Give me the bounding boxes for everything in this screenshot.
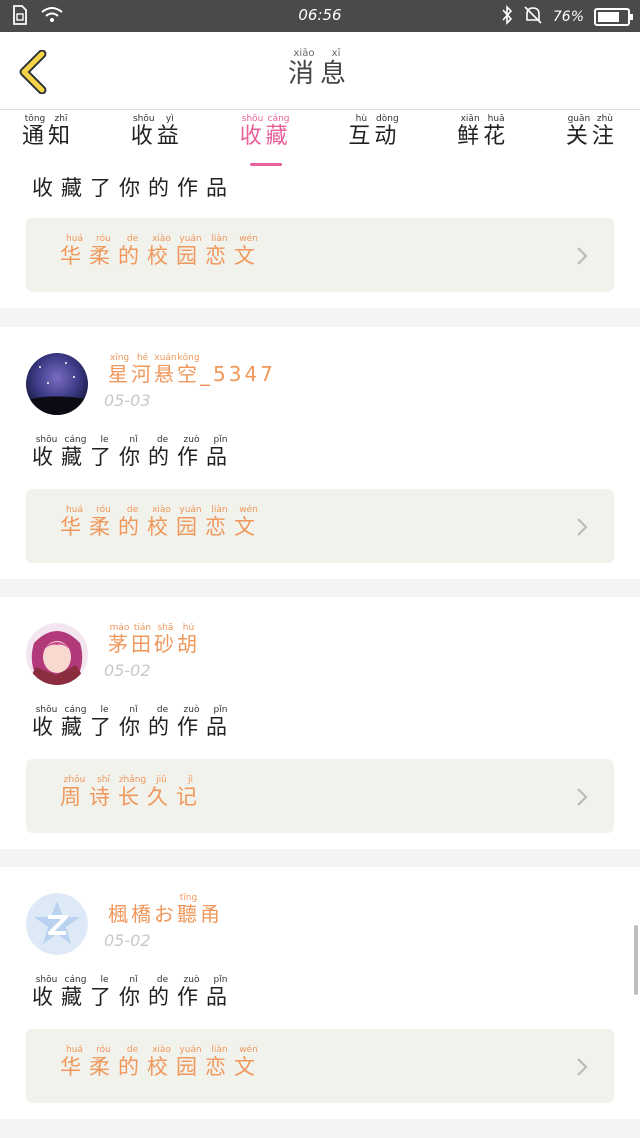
user-name[interactable]: 茅máo田tián砂shā胡hú xyxy=(108,623,200,657)
action-text: 收shōu藏cáng了le你nǐ的de作zuò品pǐn xyxy=(32,705,235,739)
tab-bar: 通tōng知zhī 收shōu益yì 收shōu藏cáng 互hù动dòng 鲜… xyxy=(0,110,640,170)
work-title: 华huá柔róu的de校xiào园yuán恋liàn文wén xyxy=(60,505,263,539)
favorite-notification-card: 收藏了你的作品 华huá柔róu的de校xiào园yuán恋liàn文wén xyxy=(0,170,640,308)
tab-flowers[interactable]: 鲜xiān花huā xyxy=(457,110,509,170)
work-link[interactable]: 华huá柔róu的de校xiào园yuán恋liàn文wén xyxy=(26,489,614,563)
user-name[interactable]: 星xīng河hé悬xuán空kōng_5347 xyxy=(108,353,276,387)
date: 05-03 xyxy=(104,391,151,410)
favorite-notification-card: 茅máo田tián砂shā胡hú 05-02 收shōu藏cáng了le你nǐ的… xyxy=(0,597,640,849)
date: 05-02 xyxy=(104,661,151,680)
tab-interactions[interactable]: 互hù动dòng xyxy=(348,110,400,170)
chevron-right-icon xyxy=(577,1058,588,1076)
work-link[interactable]: 周zhōu诗shī长zhǎng久jiǔ记jì xyxy=(26,759,614,833)
avatar[interactable] xyxy=(26,623,88,685)
header: 消xiāo息xī xyxy=(0,32,640,110)
chevron-right-icon xyxy=(577,518,588,536)
action-text: 收藏了你的作品 xyxy=(32,176,235,200)
battery-icon xyxy=(594,8,633,26)
work-link[interactable]: 华huá柔róu的de校xiào园yuán恋liàn文wén xyxy=(26,1029,614,1103)
work-title: 华huá柔róu的de校xiào园yuán恋liàn文wén xyxy=(60,234,263,268)
action-text: 收shōu藏cáng了le你nǐ的de作zuò品pǐn xyxy=(32,975,235,1009)
bluetooth-icon xyxy=(501,5,513,29)
tab-earnings[interactable]: 收shōu益yì xyxy=(131,110,183,170)
favorite-notification-card: 星xīng河hé悬xuán空kōng_5347 05-03 收shōu藏cáng… xyxy=(0,327,640,579)
avatar[interactable] xyxy=(26,353,88,415)
tab-notifications[interactable]: 通tōng知zhī xyxy=(22,110,74,170)
work-link[interactable]: 华huá柔róu的de校xiào园yuán恋liàn文wén xyxy=(26,218,614,292)
chevron-right-icon xyxy=(577,247,588,265)
work-title: 华huá柔róu的de校xiào园yuán恋liàn文wén xyxy=(60,1045,263,1079)
date: 05-02 xyxy=(104,931,151,950)
battery-percent: 76% xyxy=(552,9,584,25)
bell-muted-icon xyxy=(523,5,543,29)
page-title: 消xiāo息xī xyxy=(287,48,353,89)
tab-favorites[interactable]: 收shōu藏cáng xyxy=(240,110,292,170)
chevron-right-icon xyxy=(577,788,588,806)
user-name[interactable]: 楓橋お聽tīng甬 xyxy=(108,893,223,927)
work-title: 周zhōu诗shī长zhǎng久jiǔ记jì xyxy=(60,775,205,809)
favorite-notification-card: 楓橋お聽tīng甬 05-02 收shōu藏cáng了le你nǐ的de作zuò品… xyxy=(0,867,640,1119)
tab-follows[interactable]: 关guān注zhù xyxy=(566,110,618,170)
avatar[interactable] xyxy=(26,893,88,955)
status-bar: 06:56 76% xyxy=(0,0,640,32)
scrollbar[interactable] xyxy=(634,925,638,995)
action-text: 收shōu藏cáng了le你nǐ的de作zuò品pǐn xyxy=(32,435,235,469)
